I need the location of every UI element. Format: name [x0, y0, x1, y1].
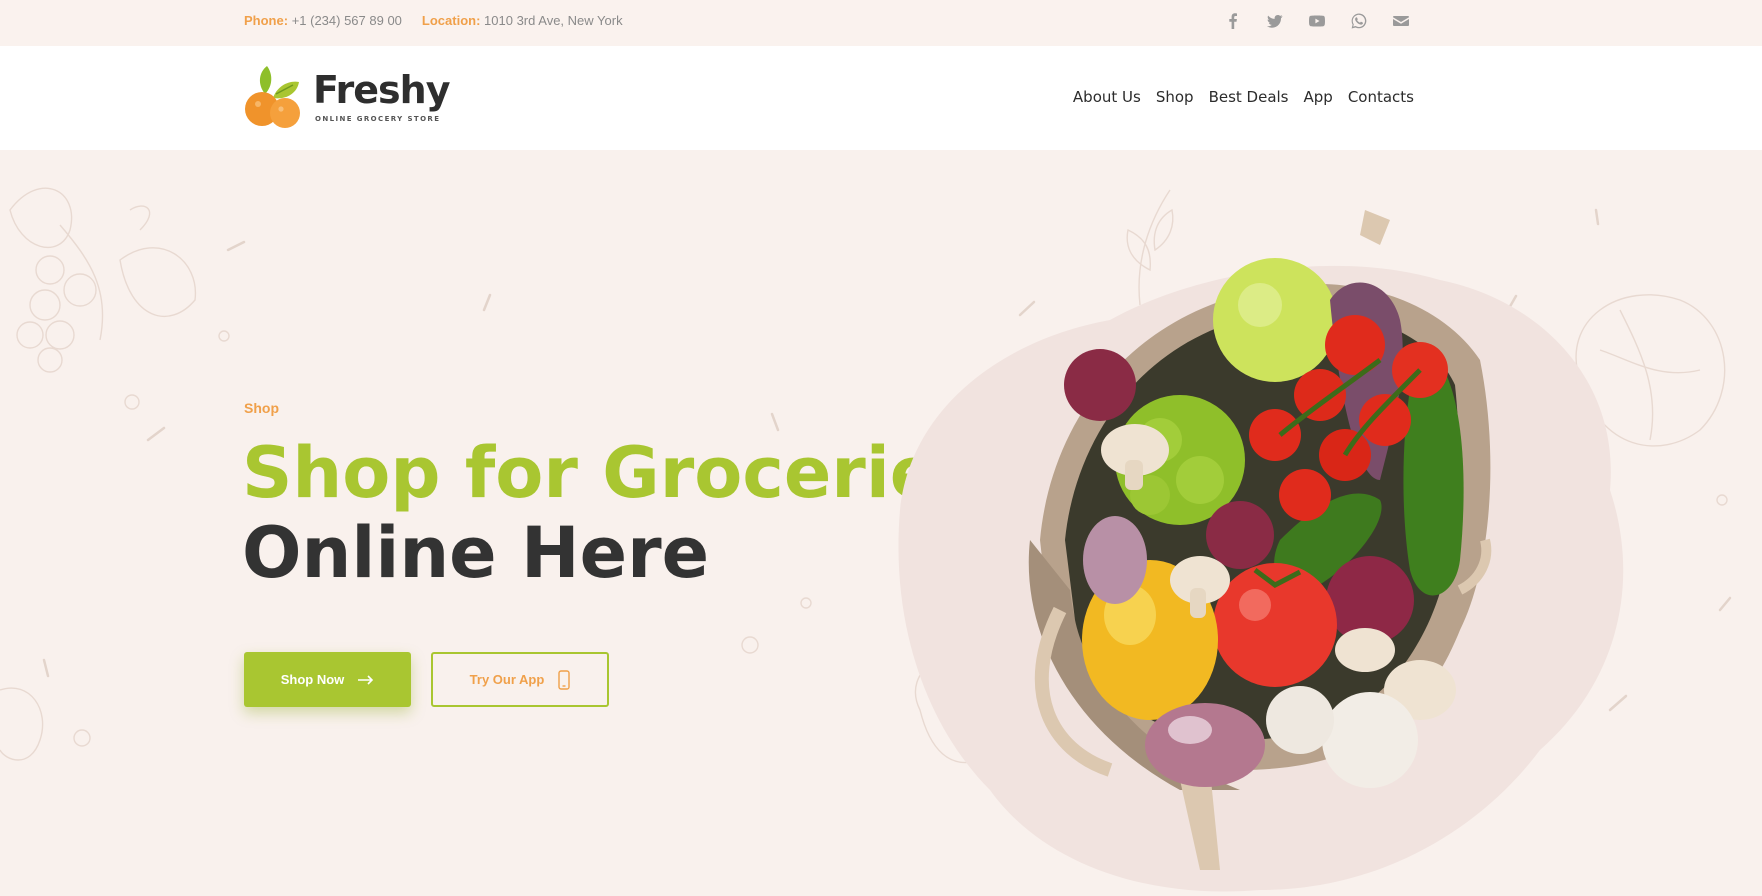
facebook-icon[interactable] — [1222, 10, 1244, 32]
hero-title-line2: Online Here — [242, 512, 710, 594]
nav-contacts[interactable]: Contacts — [1348, 88, 1414, 106]
logo[interactable]: Freshy ONLINE GROCERY STORE — [243, 64, 450, 132]
hero-title-line1: Shop for Groceries — [242, 432, 979, 514]
vegetable-bag-image — [898, 210, 1624, 892]
social-links — [1222, 10, 1412, 32]
main-nav: About Us Shop Best Deals App Contacts — [1073, 88, 1414, 106]
logo-name: Freshy — [313, 68, 450, 112]
phone-label: Phone: — [244, 13, 289, 28]
site-header: Freshy ONLINE GROCERY STORE About Us Sho… — [0, 46, 1762, 150]
hero-eyebrow: Shop — [244, 400, 279, 416]
nav-best-deals[interactable]: Best Deals — [1209, 88, 1289, 106]
try-our-app-label: Try Our App — [469, 672, 545, 687]
nav-app[interactable]: App — [1304, 88, 1333, 106]
whatsapp-icon[interactable] — [1348, 10, 1370, 32]
twitter-icon[interactable] — [1264, 10, 1286, 32]
hero-section: Shop Shop for Groceries Online Here Shop… — [0, 150, 1762, 896]
location-label: Location: — [421, 13, 481, 28]
arrow-right-icon — [358, 674, 374, 685]
shop-now-button[interactable]: Shop Now — [244, 652, 411, 707]
location-info: Location: 1010 3rd Ave, New York — [422, 13, 623, 28]
phone-info: Phone: +1 (234) 567 89 00 — [244, 13, 402, 28]
try-our-app-button[interactable]: Try Our App — [431, 652, 609, 707]
mail-icon[interactable] — [1390, 10, 1412, 32]
smartphone-icon — [558, 669, 571, 690]
contact-info: Phone: +1 (234) 567 89 00 Location: 1010… — [244, 13, 623, 28]
logo-tagline: ONLINE GROCERY STORE — [315, 115, 441, 123]
logo-fruit-icon — [245, 66, 300, 128]
shop-now-label: Shop Now — [280, 672, 345, 687]
nav-about-us[interactable]: About Us — [1073, 88, 1141, 106]
nav-shop[interactable]: Shop — [1156, 88, 1194, 106]
phone-value[interactable]: +1 (234) 567 89 00 — [292, 13, 402, 28]
top-bar: Phone: +1 (234) 567 89 00 Location: 1010… — [0, 0, 1762, 46]
location-value: 1010 3rd Ave, New York — [484, 13, 623, 28]
youtube-icon[interactable] — [1306, 10, 1328, 32]
